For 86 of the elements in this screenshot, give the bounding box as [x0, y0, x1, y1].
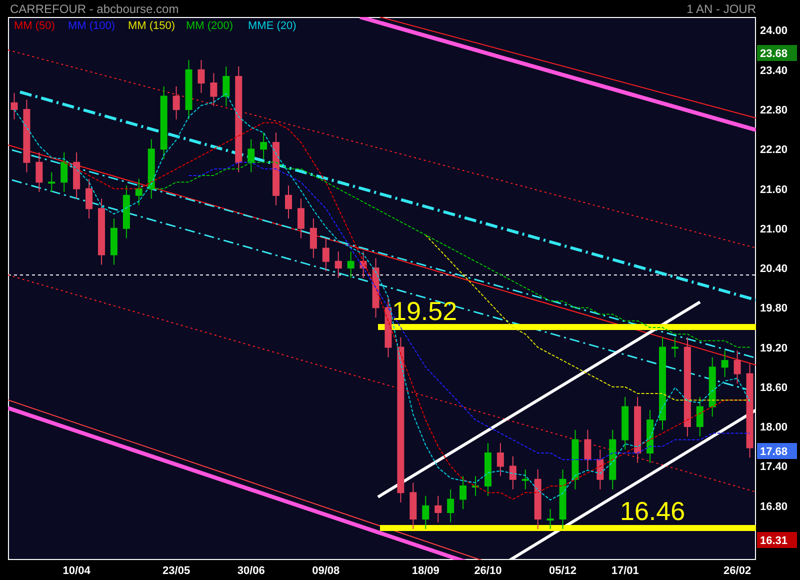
price-axis-label: 16.80	[760, 500, 788, 513]
candlestick	[285, 184, 292, 219]
candlestick	[522, 469, 529, 490]
price-axis-label: 23.40	[760, 64, 788, 77]
price-axis-label: 17.40	[760, 461, 788, 474]
candlestick	[460, 476, 467, 510]
candlestick	[546, 508, 554, 530]
level-label: 16.46	[620, 496, 686, 526]
candlestick	[248, 138, 255, 173]
candlestick	[484, 442, 492, 496]
price-tag: 16.31	[757, 532, 797, 548]
candlestick	[410, 482, 417, 530]
candlestick	[708, 356, 716, 418]
period-label: 1 AN - JOUR	[686, 2, 756, 16]
price-axis-label: 19.20	[760, 342, 788, 354]
chart-title: CARREFOUR - abcbourse.com	[10, 2, 179, 16]
candlestick	[48, 172, 56, 193]
candlestick	[148, 138, 155, 200]
candlestick	[434, 495, 442, 523]
candlestick	[534, 469, 542, 530]
candlestick	[609, 429, 616, 490]
price-tag: 17.68	[757, 443, 797, 459]
date-axis-label: 18/09	[412, 565, 440, 577]
date-axis-label: 26/10	[474, 565, 502, 577]
candlestick	[198, 59, 205, 94]
legend-item: MM (150)	[128, 20, 176, 32]
candlestick	[185, 59, 192, 120]
candlestick	[10, 92, 18, 120]
date-axis-label: 05/12	[549, 565, 577, 577]
candlestick	[322, 238, 330, 272]
candlestick	[260, 132, 268, 160]
candlestick	[472, 476, 479, 496]
candlestick	[135, 178, 142, 206]
price-axis-label: 22.80	[760, 104, 788, 116]
candlestick	[734, 350, 741, 384]
price-axis-label: 22.20	[760, 144, 788, 156]
candlestick	[596, 449, 604, 490]
candlestick	[696, 396, 704, 437]
candlestick	[334, 251, 342, 278]
candlestick	[210, 72, 218, 107]
candlestick	[222, 66, 230, 107]
legend-item: MM (100)	[68, 20, 116, 32]
price-axis-label: 21.00	[760, 223, 788, 236]
candlestick	[110, 218, 118, 266]
date-axis-label: 23/05	[162, 565, 190, 577]
candlestick	[297, 198, 304, 239]
candlestick	[646, 410, 654, 464]
level-label: 19.52	[392, 296, 458, 326]
price-axis-label: 21.60	[760, 184, 788, 196]
candlestick	[384, 297, 392, 358]
candlestick	[360, 251, 367, 278]
date-axis-label: 17/01	[611, 565, 639, 577]
price-tag: 23.68	[757, 45, 797, 61]
date-axis-label: 30/06	[237, 565, 265, 577]
candlestick	[671, 336, 678, 358]
candlestick	[98, 198, 105, 266]
candlestick	[509, 456, 516, 490]
candlestick	[634, 396, 642, 464]
price-axis-label: 18.60	[760, 382, 788, 394]
price-axis-label: 24.00	[760, 25, 788, 38]
candlestick	[36, 152, 43, 193]
candlestick	[347, 251, 354, 278]
candlestick	[496, 442, 504, 477]
date-axis-label: 10/04	[62, 565, 90, 577]
price-axis-label: 19.80	[760, 302, 788, 315]
candlestick	[73, 152, 80, 200]
legend-item: MM (200)	[186, 20, 234, 32]
date-axis-label: 26/02	[724, 565, 752, 577]
candlestick	[122, 184, 130, 239]
candlestick	[60, 152, 68, 193]
price-axis-label: 20.40	[760, 263, 788, 276]
legend-item: MME (20)	[248, 20, 296, 32]
candlestick	[572, 429, 579, 490]
candlestick	[559, 469, 566, 530]
candlestick	[86, 178, 93, 219]
candlestick	[372, 258, 380, 318]
candlestick	[447, 488, 454, 523]
candlestick	[422, 495, 430, 530]
candlestick	[584, 429, 592, 470]
legend-item: MM (50)	[14, 20, 55, 32]
date-axis-label: 09/08	[312, 565, 340, 577]
price-axis-label: 18.00	[760, 422, 788, 434]
candlestick	[622, 396, 629, 450]
candlestick	[172, 86, 180, 120]
candlestick	[310, 218, 317, 259]
candlestick	[721, 350, 728, 378]
